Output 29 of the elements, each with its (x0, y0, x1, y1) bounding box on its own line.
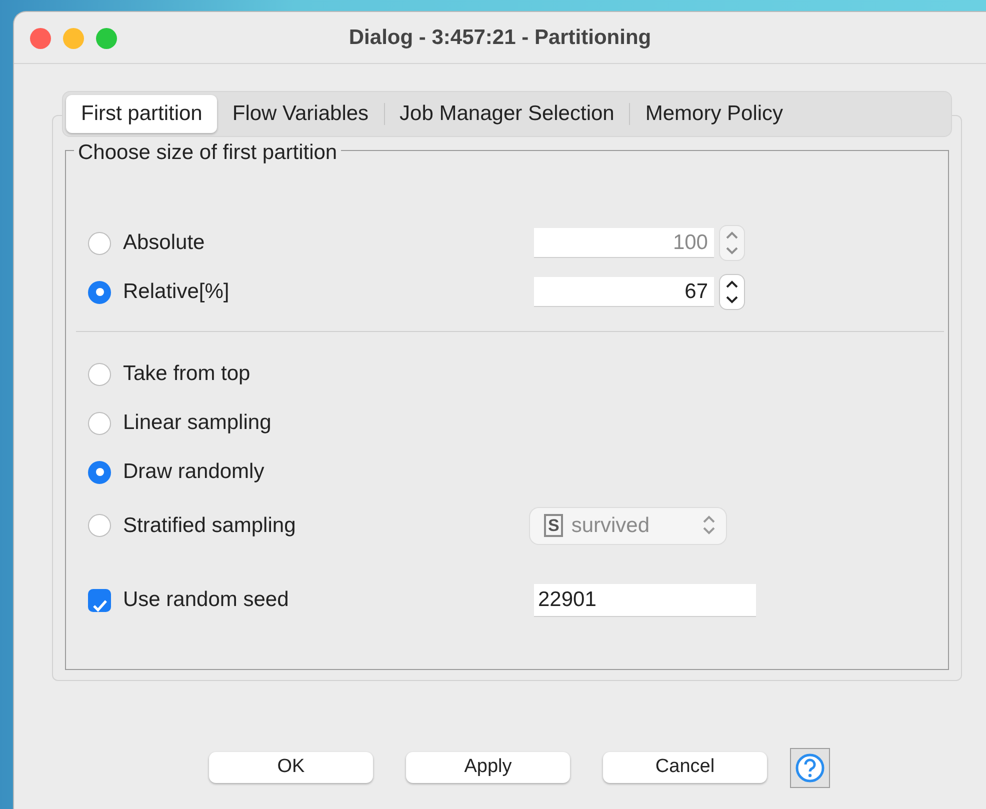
option-label: Use random seed (123, 587, 289, 614)
tab[interactable]: Flow Variables (217, 95, 384, 132)
radio-button[interactable] (88, 460, 111, 484)
maximize-icon[interactable] (96, 28, 117, 49)
dialog-button[interactable]: Cancel (603, 752, 767, 783)
help-button[interactable] (790, 748, 830, 788)
radio-button[interactable] (88, 412, 111, 434)
number-field[interactable]: 67 (534, 277, 714, 307)
up-down-arrows-icon (702, 514, 716, 536)
radio-button[interactable] (88, 514, 111, 537)
window-title: Dialog - 3:457:21 - Partitioning (348, 24, 652, 51)
close-icon[interactable] (30, 28, 51, 49)
checkbox[interactable] (88, 588, 111, 612)
option-label: Linear sampling (123, 410, 272, 436)
dialog-button[interactable]: Apply (406, 752, 570, 783)
tab[interactable]: Memory Policy (630, 95, 798, 132)
tab[interactable]: First partition (66, 95, 218, 132)
radio-button[interactable] (88, 280, 111, 304)
option-label: Draw randomly (123, 459, 264, 486)
option-label: Take from top (123, 361, 250, 388)
option-label: Stratified sampling (123, 512, 296, 539)
tab[interactable]: Job Manager Selection (384, 95, 630, 132)
spinner-control[interactable] (720, 275, 744, 309)
radio-button[interactable] (88, 362, 111, 386)
option-label: Relative[%] (123, 279, 230, 306)
option-label: Absolute (123, 230, 205, 256)
seed-field[interactable]: 22901 (534, 584, 756, 616)
minimize-icon[interactable] (63, 28, 84, 49)
dialog-button[interactable]: OK (209, 752, 373, 783)
